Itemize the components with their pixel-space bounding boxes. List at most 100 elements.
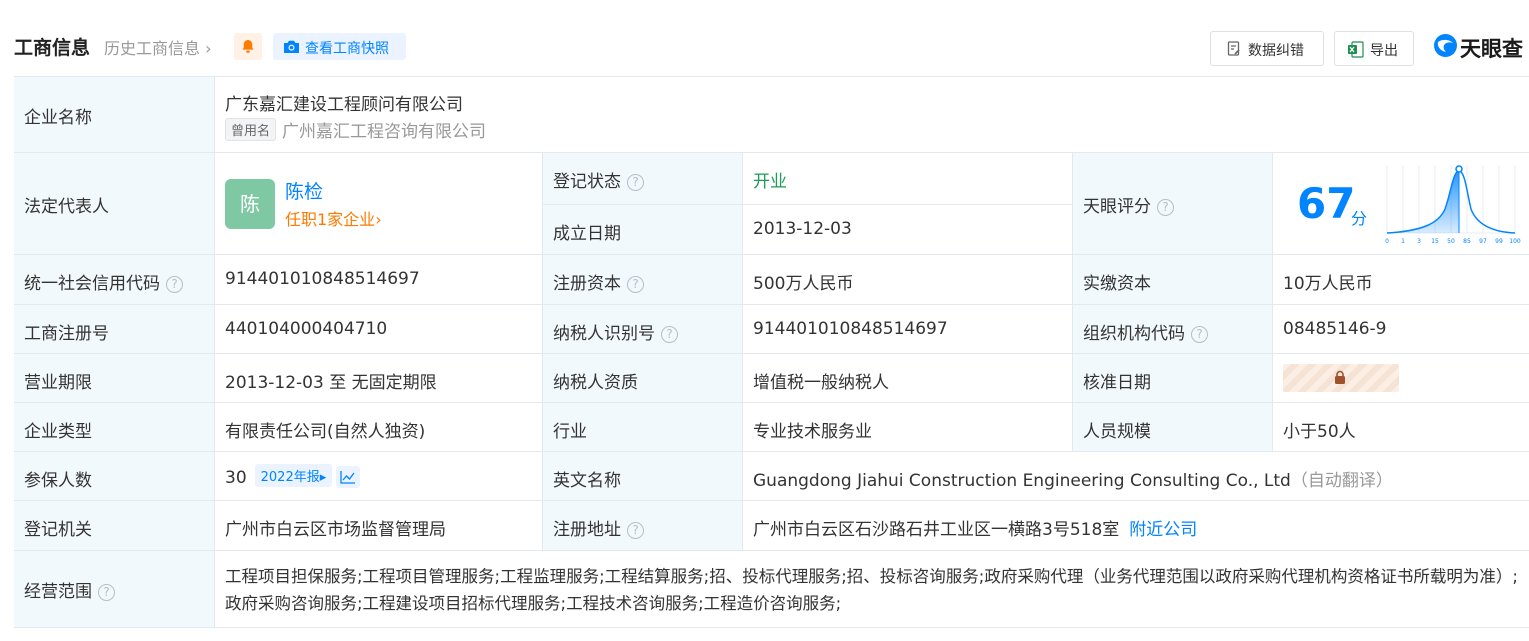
help-icon[interactable]: ? bbox=[1191, 326, 1208, 343]
former-name-row: 曾用名 广州嘉汇工程咨询有限公司 bbox=[225, 117, 486, 142]
former-name-tag: 曾用名 bbox=[225, 118, 277, 141]
help-icon[interactable]: ? bbox=[661, 326, 678, 343]
taxpayer-id-label-cell: 纳税人识别号? bbox=[543, 305, 743, 354]
snapshot-label: 查看工商快照 bbox=[305, 41, 389, 57]
score-label-wrap: 天眼评分? bbox=[1083, 192, 1174, 217]
insured-cell: 30 2022年报▸ bbox=[215, 452, 543, 501]
history-label: 历史工商信息 bbox=[104, 39, 201, 58]
score-axis-tick: 15 bbox=[1431, 238, 1439, 245]
english-name-label-cell: 英文名称 bbox=[543, 452, 743, 501]
org-code-value: 08485146-9 bbox=[1283, 319, 1387, 339]
credit-code-label-cell: 统一社会信用代码? bbox=[14, 255, 215, 305]
locked-value-button[interactable] bbox=[1283, 364, 1399, 392]
scope-label: 经营范围 bbox=[24, 582, 92, 602]
nearby-companies-link[interactable]: 附近公司 bbox=[1129, 520, 1197, 540]
auto-translate-note: （自动翻译） bbox=[1290, 471, 1393, 491]
history-link[interactable]: 历史工商信息 › bbox=[104, 35, 212, 59]
score-value: 67 bbox=[1297, 179, 1356, 228]
scope-label-wrap: 经营范围? bbox=[24, 577, 115, 602]
snapshot-button[interactable]: 查看工商快照 bbox=[273, 33, 406, 60]
insured-value: 30 bbox=[225, 468, 247, 488]
legal-rep-positions-link[interactable]: 任职1家企业› bbox=[285, 206, 382, 230]
reg-capital-label-wrap: 注册资本? bbox=[553, 269, 644, 294]
data-correction-button[interactable]: 数据纠错 bbox=[1210, 31, 1324, 66]
industry-value: 专业技术服务业 bbox=[753, 422, 872, 442]
org-code-cell: 08485146-9 bbox=[1273, 305, 1529, 354]
english-name-value: Guangdong Jiahui Construction Engineerin… bbox=[753, 471, 1291, 491]
legal-rep-positions-label: 任职1家企业 bbox=[285, 210, 376, 229]
org-code-label: 组织机构代码 bbox=[1083, 324, 1185, 344]
section-header: 工商信息 历史工商信息 › 查看工商快照 数据纠错 导出 天眼查 bbox=[0, 0, 1529, 76]
score-axis-tick: 0 bbox=[1385, 238, 1389, 245]
trend-chart-icon bbox=[340, 471, 356, 484]
credit-code-cell: 914401010848514697 bbox=[215, 255, 543, 305]
type-value: 有限责任公司(自然人独资) bbox=[225, 422, 426, 442]
address-label: 注册地址 bbox=[553, 520, 621, 540]
taxpayer-id-label: 纳税人识别号 bbox=[553, 324, 655, 344]
business-info-table: 企业名称 广东嘉汇建设工程顾问有限公司 曾用名 广州嘉汇工程咨询有限公司 法定代表… bbox=[14, 76, 1529, 628]
paid-capital-label: 实缴资本 bbox=[1083, 274, 1151, 294]
english-name-cell: Guangdong Jiahui Construction Engineerin… bbox=[743, 452, 1529, 501]
caret-right-icon: ▸ bbox=[319, 470, 327, 485]
score-label-cell: 天眼评分? bbox=[1073, 153, 1273, 255]
help-icon[interactable]: ? bbox=[98, 584, 115, 601]
type-cell: 有限责任公司(自然人独资) bbox=[215, 403, 543, 452]
company-name-label-cell: 企业名称 bbox=[14, 77, 215, 153]
type-label-cell: 企业类型 bbox=[14, 403, 215, 452]
english-name-row: Guangdong Jiahui Construction Engineerin… bbox=[753, 466, 1393, 491]
annual-report-label: 2022年报 bbox=[260, 470, 320, 485]
annual-report-tag[interactable]: 2022年报▸ bbox=[254, 464, 333, 487]
company-name-label: 企业名称 bbox=[24, 108, 92, 128]
former-name: 广州嘉汇工程咨询有限公司 bbox=[282, 122, 487, 142]
established-cell: 2013-12-03 bbox=[743, 205, 1073, 255]
help-icon[interactable]: ? bbox=[627, 276, 644, 293]
reg-capital-label-cell: 注册资本? bbox=[543, 255, 743, 305]
avatar: 陈 bbox=[225, 179, 275, 229]
legal-rep-label: 法定代表人 bbox=[24, 197, 109, 217]
data-correction-label: 数据纠错 bbox=[1248, 43, 1304, 59]
insured-label-cell: 参保人数 bbox=[14, 452, 215, 501]
help-icon[interactable]: ? bbox=[627, 174, 644, 191]
legal-rep-name-link[interactable]: 陈检 bbox=[285, 177, 323, 204]
reg-capital-value: 500万人民币 bbox=[753, 274, 854, 294]
reg-no-label-cell: 工商注册号 bbox=[14, 305, 215, 354]
help-icon[interactable]: ? bbox=[627, 522, 644, 539]
export-button[interactable]: 导出 bbox=[1334, 31, 1414, 66]
score-cell[interactable]: 67 分 0 1 3 15 50 85 97 99 100 bbox=[1273, 153, 1529, 255]
address-label-wrap: 注册地址? bbox=[553, 515, 644, 540]
term-value: 2013-12-03 至 无固定期限 bbox=[225, 373, 437, 393]
score-axis-tick: 97 bbox=[1479, 238, 1487, 245]
authority-label-cell: 登记机关 bbox=[14, 501, 215, 551]
lock-icon bbox=[1335, 370, 1345, 384]
org-code-label-wrap: 组织机构代码? bbox=[1083, 319, 1208, 344]
industry-cell: 专业技术服务业 bbox=[743, 403, 1073, 452]
approval-date-cell bbox=[1273, 354, 1529, 403]
status-label-wrap: 登记状态? bbox=[553, 167, 644, 192]
authority-label: 登记机关 bbox=[24, 520, 92, 540]
trend-button[interactable] bbox=[336, 466, 361, 488]
established-value: 2013-12-03 bbox=[753, 219, 852, 239]
scope-cell: 工程项目担保服务;工程项目管理服务;工程监理服务;工程结算服务;招、投标代理服务… bbox=[215, 551, 1529, 628]
english-name-label: 英文名称 bbox=[553, 471, 621, 491]
edit-doc-icon bbox=[1227, 41, 1240, 56]
score-axis-tick: 3 bbox=[1417, 238, 1421, 245]
credit-code-label-wrap: 统一社会信用代码? bbox=[24, 269, 183, 294]
org-code-label-cell: 组织机构代码? bbox=[1073, 305, 1273, 354]
help-icon[interactable]: ? bbox=[166, 276, 183, 293]
address-row: 广州市白云区石沙路石井工业区一横路3号518室 附近公司 bbox=[753, 515, 1197, 540]
status-label: 登记状态 bbox=[553, 172, 621, 192]
export-label: 导出 bbox=[1370, 43, 1398, 59]
score-axis-tick: 100 bbox=[1509, 238, 1521, 245]
monitor-button[interactable] bbox=[234, 33, 262, 60]
help-icon[interactable]: ? bbox=[1157, 199, 1174, 216]
credit-code-label: 统一社会信用代码 bbox=[24, 274, 160, 294]
industry-label: 行业 bbox=[553, 422, 587, 442]
reg-no-cell: 440104000404710 bbox=[215, 305, 543, 354]
taxpayer-id-cell: 914401010848514697 bbox=[743, 305, 1073, 354]
term-cell: 2013-12-03 至 无固定期限 bbox=[215, 354, 543, 403]
industry-label-cell: 行业 bbox=[543, 403, 743, 452]
company-name: 广东嘉汇建设工程顾问有限公司 bbox=[225, 95, 463, 115]
legal-rep-cell: 陈 陈检 任职1家企业› bbox=[215, 153, 543, 255]
authority-cell: 广州市白云区市场监督管理局 bbox=[215, 501, 543, 551]
approval-date-label-cell: 核准日期 bbox=[1073, 354, 1273, 403]
